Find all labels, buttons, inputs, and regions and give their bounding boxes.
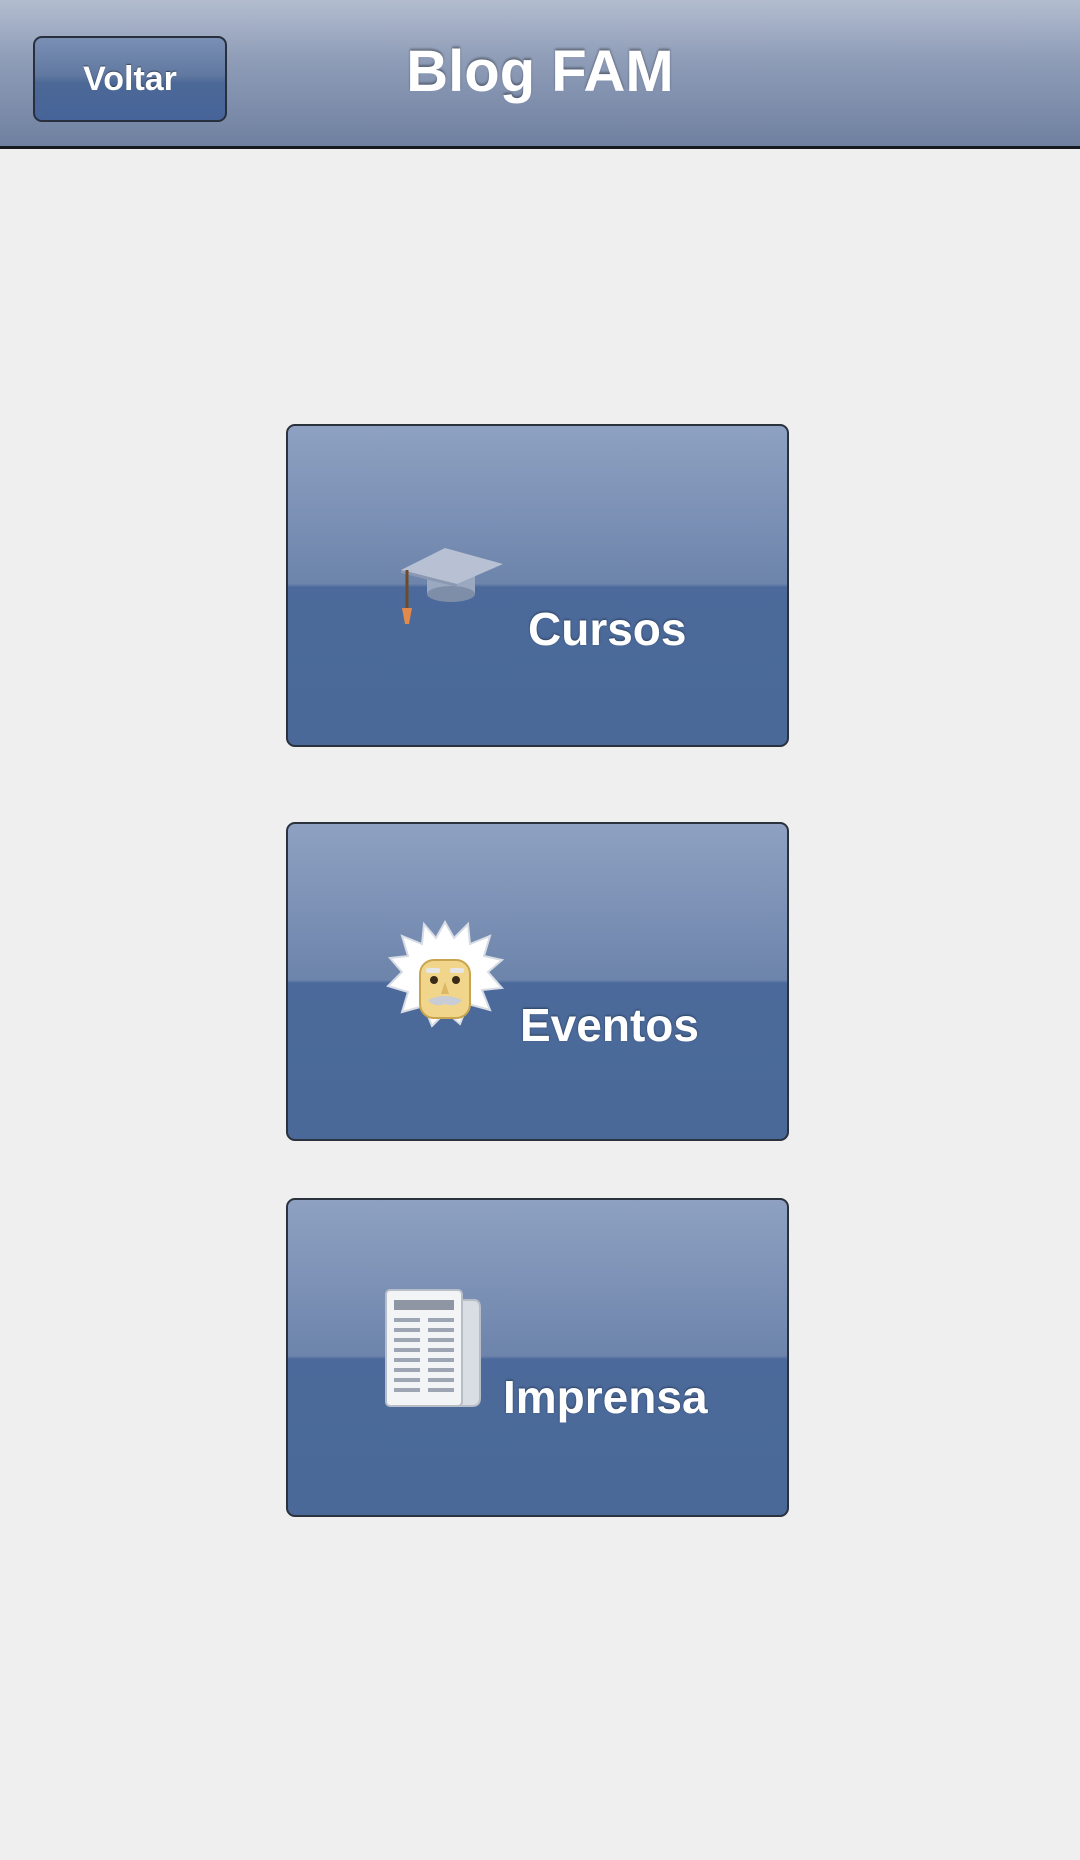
scientist-face-icon xyxy=(386,919,504,1028)
menu-label-imprensa: Imprensa xyxy=(503,1371,708,1423)
menu-button-cursos[interactable]: Cursos xyxy=(286,424,789,747)
menu-button-eventos[interactable]: Eventos xyxy=(286,822,789,1141)
menu-button-imprensa[interactable]: Imprensa xyxy=(286,1198,789,1517)
back-button[interactable]: Voltar xyxy=(33,36,227,122)
menu-label-eventos: Eventos xyxy=(520,999,699,1051)
app-header: Voltar Blog FAM xyxy=(0,0,1080,149)
newspaper-icon xyxy=(385,1289,481,1407)
menu-label-cursos: Cursos xyxy=(528,603,687,655)
page-title: Blog FAM xyxy=(406,38,674,104)
graduation-cap-icon xyxy=(401,548,503,624)
